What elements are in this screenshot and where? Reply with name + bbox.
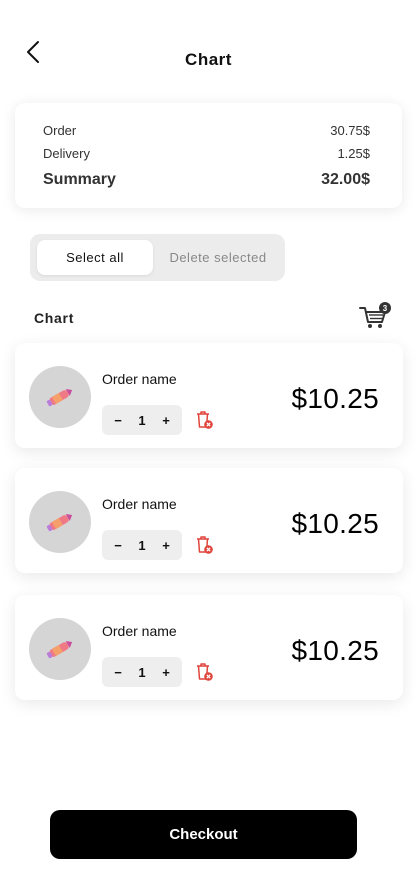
trash-icon xyxy=(197,411,213,429)
decrease-button[interactable]: − xyxy=(112,665,124,680)
pen-icon xyxy=(46,514,73,532)
cart-item: Order name − 1 + $10.25 xyxy=(15,343,403,448)
item-price: $10.25 xyxy=(291,635,379,666)
delivery-value: 1.25$ xyxy=(337,146,370,161)
quantity-value: 1 xyxy=(138,537,146,553)
order-value: 30.75$ xyxy=(330,123,370,138)
pen-icon xyxy=(46,389,73,407)
checkout-button[interactable]: Checkout xyxy=(50,810,357,859)
item-name: Order name xyxy=(102,496,177,512)
cart-section-label: Chart xyxy=(34,310,75,326)
product-avatar xyxy=(29,491,91,553)
delete-selected-button[interactable]: Delete selected xyxy=(156,240,280,275)
increase-button[interactable]: + xyxy=(160,413,172,428)
trash-icon xyxy=(197,663,213,681)
item-price: $10.25 xyxy=(291,508,379,539)
delivery-label: Delivery xyxy=(43,146,90,161)
page-title: Chart xyxy=(185,50,232,69)
product-avatar xyxy=(29,618,91,680)
decrease-button[interactable]: − xyxy=(112,538,124,553)
cart-item: Order name − 1 + $10.25 xyxy=(15,468,403,573)
selection-segmented-control: Select all Delete selected xyxy=(30,234,285,281)
increase-button[interactable]: + xyxy=(160,665,172,680)
summary-label: Summary xyxy=(43,171,116,188)
quantity-stepper: − 1 + xyxy=(102,657,182,687)
increase-button[interactable]: + xyxy=(160,538,172,553)
trash-icon xyxy=(197,536,213,554)
cart-badge: 3 xyxy=(379,302,391,314)
delete-item-button[interactable] xyxy=(193,409,215,431)
order-summary-card: Order 30.75$ Delivery 1.25$ Summary 32.0… xyxy=(15,103,402,208)
quantity-stepper: − 1 + xyxy=(102,405,182,435)
decrease-button[interactable]: − xyxy=(112,413,124,428)
summary-row: Summary 32.00$ xyxy=(43,171,370,189)
item-name: Order name xyxy=(102,623,177,639)
summary-value: 32.00$ xyxy=(321,171,370,188)
cart-item: Order name − 1 + $10.25 xyxy=(15,595,403,700)
delete-item-button[interactable] xyxy=(193,534,215,556)
product-avatar xyxy=(29,366,91,428)
quantity-value: 1 xyxy=(138,412,146,428)
item-price: $10.25 xyxy=(291,383,379,414)
quantity-value: 1 xyxy=(138,664,146,680)
quantity-stepper: − 1 + xyxy=(102,530,182,560)
pen-icon xyxy=(46,641,73,659)
order-label: Order xyxy=(43,123,77,138)
header: Chart xyxy=(0,0,417,100)
delivery-row: Delivery 1.25$ xyxy=(43,146,370,161)
order-row: Order 30.75$ xyxy=(43,123,370,138)
item-name: Order name xyxy=(102,371,177,387)
delete-item-button[interactable] xyxy=(193,661,215,683)
select-all-button[interactable]: Select all xyxy=(37,240,153,275)
